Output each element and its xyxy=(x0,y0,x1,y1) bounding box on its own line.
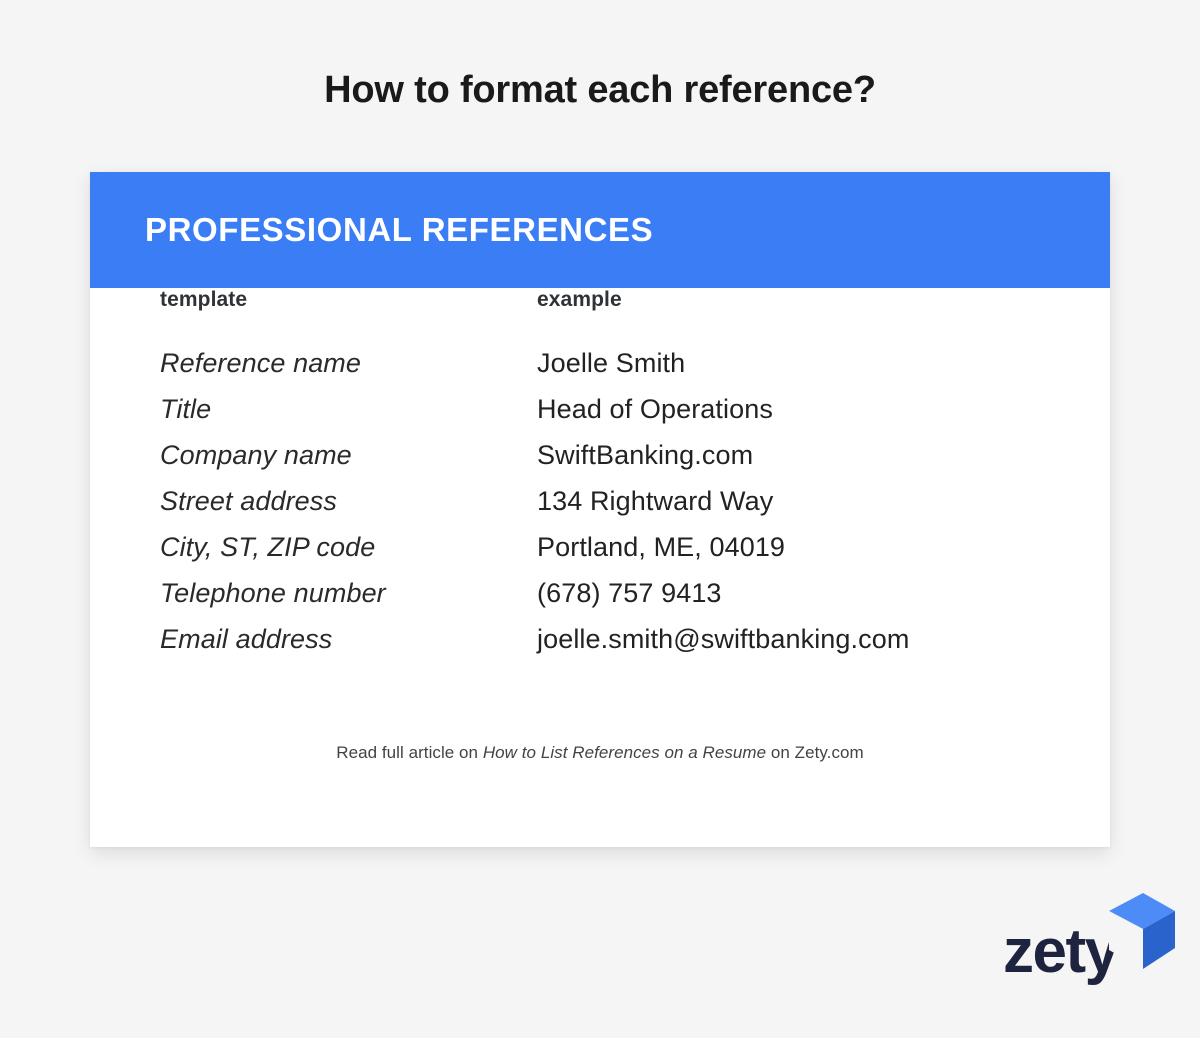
table-row: City, ST, ZIP code Portland, ME, 04019 xyxy=(160,532,1110,578)
zety-wordmark: zety xyxy=(1003,917,1119,986)
column-header-template: template xyxy=(160,288,248,311)
column-header-example: example xyxy=(537,288,622,311)
table-row: Company name SwiftBanking.com xyxy=(160,440,1110,486)
card-header: PROFESSIONAL REFERENCES xyxy=(90,172,1110,288)
page-title: How to format each reference? xyxy=(324,69,876,111)
footer-prefix: Read full article on xyxy=(336,743,483,762)
cell-template: Telephone number xyxy=(160,578,386,608)
cell-example: 134 Rightward Way xyxy=(537,486,774,516)
table-row: Title Head of Operations xyxy=(160,394,1110,440)
cell-template: Company name xyxy=(160,440,352,470)
cell-example: joelle.smith@swiftbanking.com xyxy=(537,624,910,654)
zety-logo: zety xyxy=(1003,893,1175,983)
cell-template: Email address xyxy=(160,624,333,654)
card-header-title: PROFESSIONAL REFERENCES xyxy=(145,211,654,248)
table-row: Email address joelle.smith@swiftbanking.… xyxy=(160,624,1110,670)
cell-example: Joelle Smith xyxy=(537,348,686,378)
reference-table: template example Reference name Joelle S… xyxy=(160,288,1110,670)
table-row: Street address 134 Rightward Way xyxy=(160,486,1110,532)
cell-template: Reference name xyxy=(160,348,362,378)
reference-card: PROFESSIONAL REFERENCES template example… xyxy=(90,172,1110,847)
table-rows: Reference name Joelle Smith Title Head o… xyxy=(160,348,1110,670)
cell-example: SwiftBanking.com xyxy=(537,440,754,470)
table-column-headers: template example xyxy=(160,288,1110,312)
table-row: Reference name Joelle Smith xyxy=(160,348,1110,394)
cell-example: Head of Operations xyxy=(537,394,773,424)
zety-arrow-icon xyxy=(1109,893,1175,969)
card-body: template example Reference name Joelle S… xyxy=(90,288,1110,847)
footer-article-title: How to List References on a Resume xyxy=(482,743,767,762)
cell-template: Street address xyxy=(160,486,337,516)
card-footer-caption: Read full article on How to List Referen… xyxy=(90,743,1110,763)
table-row: Telephone number (678) 757 9413 xyxy=(160,578,1110,624)
cell-example: (678) 757 9413 xyxy=(537,578,722,608)
cell-example: Portland, ME, 04019 xyxy=(537,532,786,562)
footer-suffix: on Zety.com xyxy=(766,743,864,762)
cell-template: City, ST, ZIP code xyxy=(160,532,376,562)
cell-template: Title xyxy=(160,394,212,424)
